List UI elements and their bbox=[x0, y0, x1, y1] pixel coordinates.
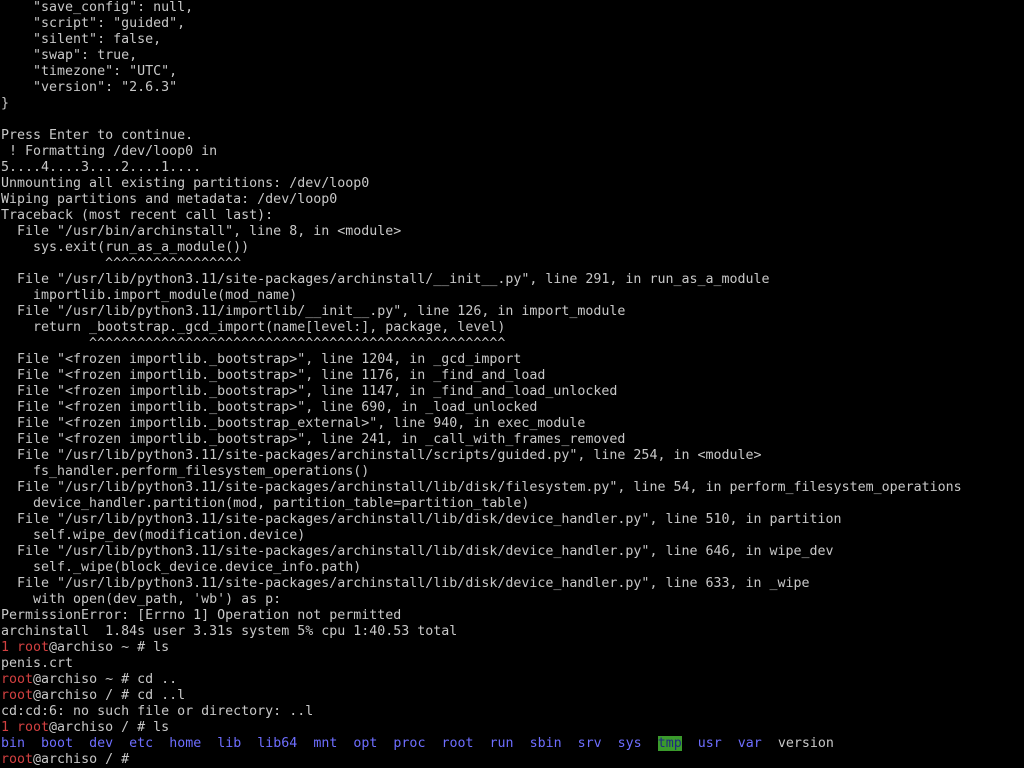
terminal-line: "script": "guided", bbox=[1, 16, 186, 31]
prompt-user: root bbox=[17, 720, 50, 735]
terminal-line: File "/usr/bin/archinstall", line 8, in … bbox=[1, 224, 402, 239]
prompt-line: root@archiso ~ # cd .. bbox=[0, 672, 1024, 688]
ls-entry-sbin: sbin bbox=[529, 736, 562, 751]
command-text: cd .. bbox=[137, 672, 178, 687]
ls-entry-lib64: lib64 bbox=[257, 736, 298, 751]
prompt-user: root bbox=[1, 672, 34, 687]
prompt-user: root bbox=[1, 752, 34, 767]
terminal-line: "silent": false, bbox=[1, 32, 162, 47]
ls-entry-usr: usr bbox=[697, 736, 722, 751]
ls-entry-version: version bbox=[777, 736, 834, 751]
prompt-line: root@archiso / # cd ..l bbox=[0, 688, 1024, 704]
terminal-window[interactable]: "save_config": null, "script": "guided",… bbox=[0, 0, 1024, 768]
terminal-line: File "/usr/lib/python3.11/site-packages/… bbox=[1, 512, 842, 527]
ls-output-line: bin boot dev etc home lib lib64 mnt opt … bbox=[0, 736, 1024, 752]
ls-entry-sys: sys bbox=[617, 736, 642, 751]
terminal-line: PermissionError: [Errno 1] Operation not… bbox=[1, 608, 402, 623]
terminal-line: Unmounting all existing partitions: /dev… bbox=[1, 176, 370, 191]
command-text: ls bbox=[153, 720, 170, 735]
ls-entry-proc: proc bbox=[393, 736, 426, 751]
terminal-line: } bbox=[1, 96, 10, 111]
ls-entry-mnt: mnt bbox=[313, 736, 338, 751]
terminal-line: ! Formatting /dev/loop0 in bbox=[1, 144, 218, 159]
current-prompt-line[interactable]: root@archiso / # bbox=[0, 752, 1024, 768]
terminal-line: File "/usr/lib/python3.11/site-packages/… bbox=[1, 576, 810, 591]
terminal-line: "version": "2.6.3" bbox=[1, 80, 178, 95]
ls-entry-etc: etc bbox=[129, 736, 154, 751]
prompt-host-path: @archiso / # bbox=[49, 720, 154, 735]
terminal-line: archinstall 1.84s user 3.31s system 5% c… bbox=[1, 624, 458, 639]
terminal-line: ^^^^^^^^^^^^^^^^^ bbox=[1, 256, 242, 271]
prompt-line: 1 root@archiso ~ # ls bbox=[0, 640, 1024, 656]
ls-entry-run: run bbox=[489, 736, 514, 751]
ls-entry-var: var bbox=[737, 736, 762, 751]
terminal-line: File "/usr/lib/python3.11/site-packages/… bbox=[1, 480, 962, 495]
terminal-line: File "<frozen importlib._bootstrap>", li… bbox=[1, 368, 546, 383]
command-text: ls bbox=[153, 640, 170, 655]
prompt-host-path: @archiso ~ # bbox=[33, 672, 138, 687]
command-text: cd ..l bbox=[137, 688, 186, 703]
terminal-line: device_handler.partition(mod, partition_… bbox=[1, 496, 530, 511]
terminal-line: ^^^^^^^^^^^^^^^^^^^^^^^^^^^^^^^^^^^^^^^^… bbox=[1, 336, 506, 351]
ls-entry-home: home bbox=[169, 736, 202, 751]
terminal-line: return _bootstrap._gcd_import(name[level… bbox=[1, 320, 506, 335]
terminal-line: self.wipe_dev(modification.device) bbox=[1, 528, 306, 543]
terminal-line: fs_handler.perform_filesystem_operations… bbox=[1, 464, 370, 479]
terminal-line: Press Enter to continue. bbox=[1, 128, 194, 143]
command-output-line: penis.crt bbox=[1, 656, 74, 671]
terminal-line: File "/usr/lib/python3.11/site-packages/… bbox=[1, 448, 762, 463]
ls-entry-tmp: tmp bbox=[657, 736, 682, 751]
prompt-host-path: @archiso / # bbox=[33, 752, 138, 767]
terminal-line: with open(dev_path, 'wb') as p: bbox=[1, 592, 282, 607]
terminal-line: 5....4....3....2....1.... bbox=[1, 160, 202, 175]
ls-entry-lib: lib bbox=[217, 736, 242, 751]
terminal-line: Traceback (most recent call last): bbox=[1, 208, 274, 223]
terminal-line: File "/usr/lib/python3.11/site-packages/… bbox=[1, 272, 770, 287]
prompt-host-path: @archiso / # bbox=[33, 688, 138, 703]
ls-entry-srv: srv bbox=[577, 736, 602, 751]
terminal-line: File "<frozen importlib._bootstrap>", li… bbox=[1, 432, 626, 447]
prompt-line: 1 root@archiso / # ls bbox=[0, 720, 1024, 736]
terminal-line: File "<frozen importlib._bootstrap>", li… bbox=[1, 400, 538, 415]
prompt-user: root bbox=[1, 688, 34, 703]
terminal-output: "save_config": null, "script": "guided",… bbox=[0, 0, 1024, 768]
terminal-line: "swap": true, bbox=[1, 48, 138, 63]
ls-entry-root: root bbox=[441, 736, 474, 751]
terminal-line: File "<frozen importlib._bootstrap_exter… bbox=[1, 416, 586, 431]
exit-code: 1 bbox=[1, 720, 18, 735]
exit-code: 1 bbox=[1, 640, 18, 655]
terminal-line: self._wipe(block_device.device_info.path… bbox=[1, 560, 362, 575]
prompt-host-path: @archiso ~ # bbox=[49, 640, 154, 655]
ls-entry-opt: opt bbox=[353, 736, 378, 751]
terminal-line: sys.exit(run_as_a_module()) bbox=[1, 240, 250, 255]
terminal-line: "timezone": "UTC", bbox=[1, 64, 178, 79]
terminal-line: File "/usr/lib/python3.11/site-packages/… bbox=[1, 544, 834, 559]
terminal-line: File "/usr/lib/python3.11/importlib/__in… bbox=[1, 304, 626, 319]
terminal-line: "save_config": null, bbox=[1, 0, 194, 15]
terminal-line: File "<frozen importlib._bootstrap>", li… bbox=[1, 352, 522, 367]
command-output-line: cd:cd:6: no such file or directory: ..l bbox=[1, 704, 314, 719]
ls-entry-bin: bin bbox=[1, 736, 26, 751]
terminal-line: Wiping partitions and metadata: /dev/loo… bbox=[1, 192, 338, 207]
ls-entry-boot: boot bbox=[41, 736, 74, 751]
terminal-line: importlib.import_module(mod_name) bbox=[1, 288, 298, 303]
terminal-line: File "<frozen importlib._bootstrap>", li… bbox=[1, 384, 618, 399]
ls-entry-dev: dev bbox=[89, 736, 114, 751]
prompt-user: root bbox=[17, 640, 50, 655]
